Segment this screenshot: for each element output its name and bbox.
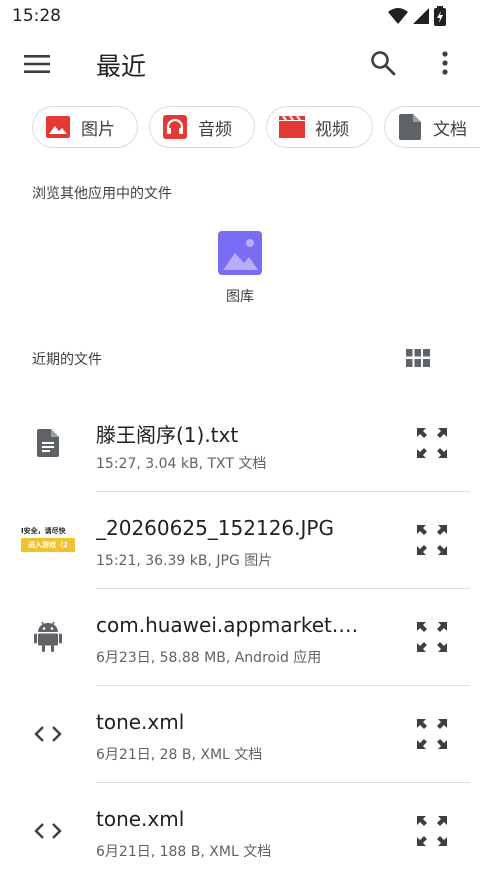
cell-signal-icon <box>412 7 430 29</box>
file-meta: 6月21日, 188 B, XML 文档 <box>96 844 272 860</box>
browse-section-label: 浏览其他应用中的文件 <box>32 186 172 202</box>
grid-view-icon <box>406 349 430 371</box>
file-meta: 15:27, 3.04 kB, TXT 文档 <box>96 456 267 472</box>
status-bar: 15:28 <box>0 0 480 34</box>
preview-button[interactable] <box>410 811 454 855</box>
preview-button[interactable] <box>410 520 454 564</box>
search-button[interactable] <box>360 42 406 88</box>
document-icon <box>397 114 423 140</box>
expand-icon <box>417 428 447 462</box>
search-icon <box>370 50 396 80</box>
app-toolbar: 最近 <box>0 34 480 96</box>
expand-icon <box>417 622 447 656</box>
chip-label: 音频 <box>198 119 232 140</box>
preview-button[interactable] <box>410 714 454 758</box>
image-thumbnail: I安全，请尽快 进入游戏（2 <box>20 512 76 568</box>
text-file-icon <box>20 415 76 471</box>
chip-label: 文档 <box>433 119 467 140</box>
menu-button[interactable] <box>14 43 60 89</box>
file-meta: 6月23日, 58.88 MB, Android 应用 <box>96 650 322 666</box>
chip-label: 视频 <box>315 119 349 140</box>
recent-section-label: 近期的文件 <box>32 352 102 368</box>
app-tile-gallery[interactable]: 图库 <box>200 228 280 318</box>
chip-audio[interactable]: 音频 <box>149 106 255 148</box>
expand-icon <box>417 525 447 559</box>
preview-button[interactable] <box>410 423 454 467</box>
code-icon <box>20 803 76 859</box>
file-name: tone.xml <box>96 710 185 734</box>
file-row[interactable]: I安全，请尽快 进入游戏（2 _20260625_152126.JPG 15:2… <box>0 492 480 589</box>
status-icons <box>388 6 446 30</box>
file-row[interactable]: com.huawei.appmarket.26… 6月23日, 58.88 MB… <box>0 589 480 686</box>
grid-view-button[interactable] <box>398 340 438 380</box>
chip-documents[interactable]: 文档 <box>384 106 480 148</box>
gallery-icon <box>217 230 263 276</box>
file-row[interactable]: 滕王阁序(1).txt 15:27, 3.04 kB, TXT 文档 <box>0 395 480 492</box>
chip-label: 图片 <box>81 119 115 140</box>
page-title: 最近 <box>96 52 147 81</box>
movie-icon <box>279 114 305 140</box>
file-row[interactable]: tone.xml 6月21日, 188 B, XML 文档 <box>0 783 480 880</box>
thumbnail-text-bottom: 进入游戏（2 <box>21 538 75 552</box>
battery-icon <box>434 6 446 30</box>
android-icon <box>20 609 76 665</box>
image-icon <box>45 114 71 140</box>
chip-videos[interactable]: 视频 <box>266 106 373 148</box>
chip-images[interactable]: 图片 <box>32 106 138 148</box>
wifi-icon <box>388 7 408 29</box>
expand-icon <box>417 816 447 850</box>
more-vert-icon <box>441 51 449 79</box>
file-name: 滕王阁序(1).txt <box>96 423 239 447</box>
more-options-button[interactable] <box>422 42 468 88</box>
file-row[interactable]: tone.xml 6月21日, 28 B, XML 文档 <box>0 686 480 783</box>
file-name: com.huawei.appmarket.26… <box>96 613 368 637</box>
headphones-icon <box>162 114 188 140</box>
status-time: 15:28 <box>12 6 61 26</box>
thumbnail-text-top: I安全，请尽快 <box>21 527 66 535</box>
code-icon <box>20 706 76 762</box>
menu-icon <box>24 54 50 78</box>
file-name: tone.xml <box>96 807 185 831</box>
preview-button[interactable] <box>410 617 454 661</box>
app-label: 图库 <box>226 289 254 305</box>
file-meta: 6月21日, 28 B, XML 文档 <box>96 747 263 763</box>
filter-chip-row: 图片 音频 视频 文档 <box>0 106 480 150</box>
expand-icon <box>417 719 447 753</box>
file-meta: 15:21, 36.39 kB, JPG 图片 <box>96 553 273 569</box>
file-name: _20260625_152126.JPG <box>96 516 334 540</box>
